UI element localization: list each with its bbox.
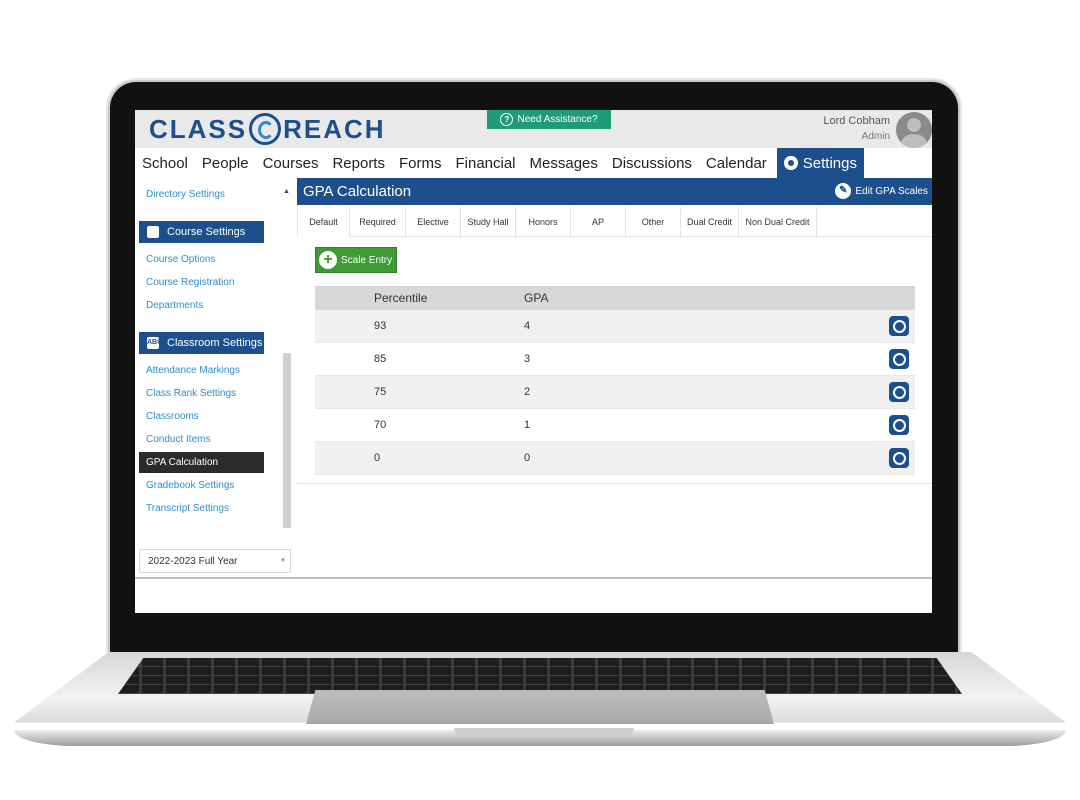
nav-people[interactable]: People — [195, 148, 256, 178]
tab-default[interactable]: Default — [297, 207, 350, 237]
cell-gpa: 1 — [524, 419, 531, 431]
edit-gpa-scales-button[interactable]: ✎ Edit GPA Scales — [835, 183, 928, 199]
tabs-divider — [817, 236, 932, 237]
nav-settings[interactable]: Settings — [776, 148, 864, 178]
sidebar-header-course-settings[interactable]: Course Settings — [139, 221, 264, 243]
edit-row-icon[interactable] — [889, 349, 909, 369]
user-role: Admin — [861, 131, 890, 142]
sidebar-item-transcript-settings[interactable]: Transcript Settings — [146, 503, 229, 514]
top-bar: CLASS REACH ? Need Assistance? Lord Cobh… — [135, 110, 932, 148]
edit-icon: ✎ — [835, 183, 852, 199]
sidebar-item-departments[interactable]: Departments — [146, 300, 203, 311]
avatar[interactable] — [896, 112, 932, 148]
laptop-notch — [454, 728, 634, 736]
scroll-up-arrow-icon[interactable]: ▲ — [283, 188, 290, 195]
nav-courses[interactable]: Courses — [256, 148, 326, 178]
edit-row-icon[interactable] — [889, 448, 909, 468]
table-row: 93 4 — [315, 310, 915, 343]
scale-tabs: Default Required Elective Study Hall Hon… — [297, 207, 817, 237]
table-bottom-rule — [297, 483, 932, 484]
chevron-down-icon: ▼ — [280, 558, 286, 564]
gear-icon — [783, 156, 798, 170]
add-scale-entry-label: Scale Entry — [341, 254, 393, 266]
app-screen: CLASS REACH ? Need Assistance? Lord Cobh… — [135, 110, 932, 613]
tab-other[interactable]: Other — [626, 207, 681, 237]
edit-row-icon[interactable] — [889, 382, 909, 402]
keyboard-rows — [118, 658, 962, 694]
nav-discussions[interactable]: Discussions — [605, 148, 699, 178]
table-header: Percentile GPA — [315, 286, 915, 310]
tab-required[interactable]: Required — [350, 207, 406, 237]
tab-ap[interactable]: AP — [571, 207, 626, 237]
panel-header: GPA Calculation ✎ Edit GPA Scales — [297, 178, 932, 205]
sidebar-item-attendance-markings[interactable]: Attendance Markings — [146, 365, 240, 376]
school-year-select[interactable]: 2022-2023 Full Year ▼ — [139, 549, 291, 573]
cell-percentile: 70 — [374, 419, 387, 431]
table-row: 70 1 — [315, 409, 915, 442]
classreach-logo[interactable]: CLASS REACH — [149, 113, 386, 145]
question-icon: ? — [500, 113, 514, 126]
edit-row-icon[interactable] — [889, 316, 909, 336]
cell-gpa: 2 — [524, 386, 531, 398]
sidebar-item-gradebook-settings[interactable]: Gradebook Settings — [146, 480, 234, 491]
classroom-settings-label: Classroom Settings — [167, 337, 263, 349]
plus-icon: + — [319, 251, 337, 269]
gpa-scale-table: Percentile GPA 93 4 85 3 75 2 70 1 0 0 — [315, 286, 915, 475]
need-assistance-label: Need Assistance? — [517, 114, 598, 125]
cell-percentile: 75 — [374, 386, 387, 398]
tab-honors[interactable]: Honors — [516, 207, 571, 237]
sidebar-scrollbar[interactable] — [283, 353, 291, 528]
cell-percentile: 85 — [374, 353, 387, 365]
column-header-percentile: Percentile — [374, 291, 428, 305]
main-nav: School People Courses Reports Forms Fina… — [135, 148, 932, 178]
edit-row-icon[interactable] — [889, 415, 909, 435]
sidebar-item-classrooms[interactable]: Classrooms — [146, 411, 199, 422]
table-row: 85 3 — [315, 343, 915, 376]
sidebar-item-conduct-items[interactable]: Conduct Items — [146, 434, 210, 445]
nav-settings-label: Settings — [802, 154, 857, 172]
tab-dual-credit[interactable]: Dual Credit — [681, 207, 739, 237]
sidebar-item-class-rank-settings[interactable]: Class Rank Settings — [146, 388, 236, 399]
need-assistance-button[interactable]: ? Need Assistance? — [487, 110, 611, 129]
tab-non-dual-credit[interactable]: Non Dual Credit — [739, 207, 817, 237]
content-bottom-divider — [135, 577, 932, 579]
sidebar-item-directory-settings[interactable]: Directory Settings — [146, 189, 225, 200]
logo-mark-icon — [249, 113, 282, 145]
cell-percentile: 0 — [374, 452, 381, 464]
add-scale-entry-button[interactable]: + Scale Entry — [315, 247, 397, 273]
tab-study-hall[interactable]: Study Hall — [461, 207, 516, 237]
nav-calendar[interactable]: Calendar — [699, 148, 774, 178]
user-info[interactable]: Lord Cobham Admin — [823, 114, 890, 144]
sidebar-header-classroom-settings[interactable]: ABC Classroom Settings — [139, 332, 264, 354]
book-icon — [147, 226, 159, 238]
nav-forms[interactable]: Forms — [392, 148, 449, 178]
sidebar-item-course-options[interactable]: Course Options — [146, 254, 215, 265]
nav-messages[interactable]: Messages — [523, 148, 605, 178]
logo-text-right: REACH — [283, 113, 386, 144]
laptop-base — [14, 652, 1066, 748]
table-row: 75 2 — [315, 376, 915, 409]
table-row: 0 0 — [315, 442, 915, 475]
sidebar-item-gpa-calculation[interactable]: GPA Calculation — [139, 452, 264, 473]
abc-check-icon: ABC — [147, 337, 162, 349]
column-header-gpa: GPA — [524, 291, 549, 305]
edit-gpa-scales-label: Edit GPA Scales — [855, 185, 928, 197]
course-settings-label: Course Settings — [167, 226, 246, 238]
sidebar-item-course-registration[interactable]: Course Registration — [146, 277, 234, 288]
logo-text-left: CLASS — [149, 113, 248, 144]
cell-gpa: 0 — [524, 452, 531, 464]
cell-gpa: 3 — [524, 353, 531, 365]
tab-elective[interactable]: Elective — [406, 207, 461, 237]
nav-school[interactable]: School — [135, 148, 195, 178]
trackpad — [306, 690, 774, 724]
settings-sidebar: Directory Settings ▲ Course Settings Cou… — [135, 178, 295, 613]
cell-gpa: 4 — [524, 320, 531, 332]
nav-reports[interactable]: Reports — [325, 148, 392, 178]
user-name: Lord Cobham — [823, 115, 890, 127]
nav-financial[interactable]: Financial — [448, 148, 522, 178]
school-year-value: 2022-2023 Full Year — [148, 555, 238, 567]
page-title: GPA Calculation — [303, 183, 412, 200]
cell-percentile: 93 — [374, 320, 387, 332]
